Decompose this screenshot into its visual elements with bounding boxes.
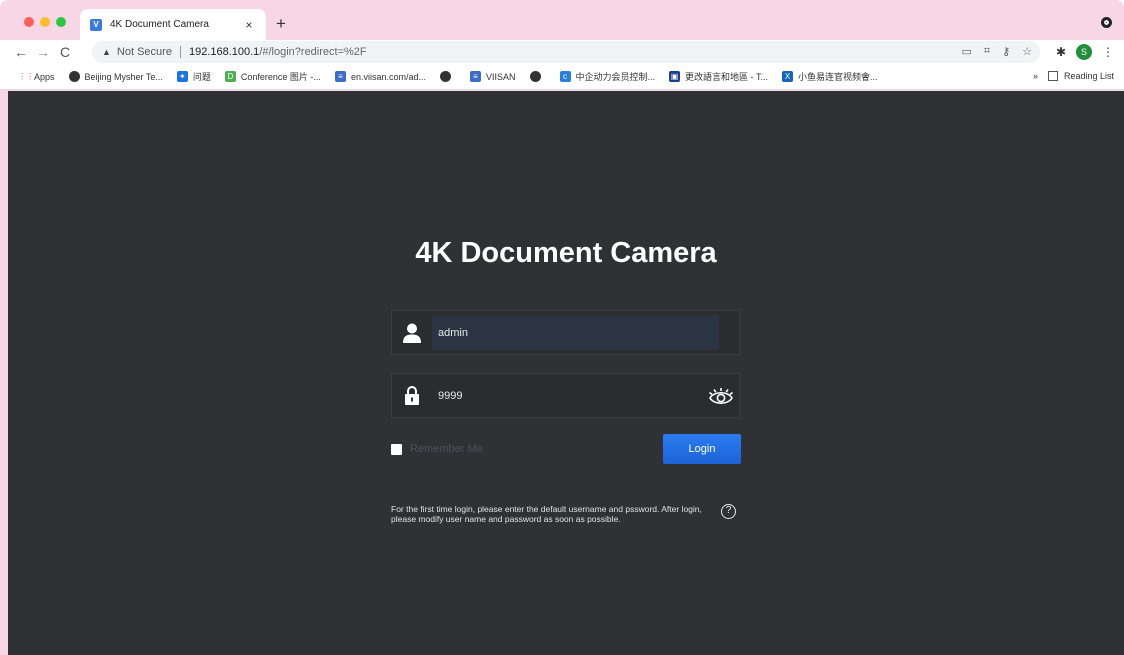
close-window-button[interactable] [24, 17, 34, 27]
browser-tab[interactable]: V 4K Document Camera × [80, 9, 266, 40]
bookmark-label: Apps [34, 71, 55, 82]
bookmark-label: 问题 [192, 72, 211, 82]
cf-icon: c [559, 71, 571, 82]
qr-code-icon[interactable]: ⌗ [984, 45, 990, 58]
security-status[interactable]: Not Secure [117, 46, 172, 58]
bookmark-item[interactable]: ▣ 更改語言和地區 - T... [669, 70, 768, 83]
password-input[interactable] [432, 374, 703, 417]
lock-icon [392, 374, 432, 417]
viisan-icon: ≡ [334, 71, 346, 82]
url-divider [179, 46, 181, 58]
tab-title: 4K Document Camera [110, 19, 209, 30]
reading-list-icon[interactable] [1047, 71, 1058, 81]
remember-me-label[interactable]: Remember Me [410, 443, 483, 455]
browser-toolbar: ← → C ▲ Not Secure 192.168.100.1 /#/logi… [0, 40, 1124, 64]
new-tab-button[interactable]: + [276, 14, 286, 34]
login-page: 4K Document Camera admin 9999 Remember M… [8, 91, 1124, 655]
tab-strip: V 4K Document Camera × + [0, 0, 1124, 40]
profile-avatar[interactable]: S [1076, 44, 1092, 60]
media-control-icon[interactable] [1101, 17, 1112, 28]
cast-icon[interactable]: ▭ [961, 45, 971, 58]
url-host: 192.168.100.1 [188, 46, 260, 58]
bookmark-item[interactable] [439, 71, 456, 82]
extension-area: ✱ S ⋮ [1056, 44, 1114, 60]
reading-list-button[interactable]: Reading List [1064, 71, 1114, 81]
back-arrow-icon[interactable]: ← [10, 44, 32, 60]
bookmark-label: Conference 图片 -... [240, 72, 321, 82]
show-password-eye-icon[interactable] [703, 374, 739, 417]
bookmark-item[interactable]: ⋮⋮ Apps [18, 71, 55, 82]
extensions-puzzle-icon[interactable]: ✱ [1056, 45, 1066, 59]
bookmark-item[interactable]: X 小鱼易连官视频會... [782, 70, 878, 83]
bookmark-item[interactable] [529, 71, 546, 82]
globe-icon [439, 71, 451, 82]
username-input[interactable] [432, 315, 719, 350]
user-icon [392, 311, 432, 354]
menu-kebab-icon[interactable]: ⋮ [1102, 45, 1114, 59]
bookmarks-bar: ⋮⋮ Apps Beijing Mysher Te... ✦ 问题 D Conference… [0, 64, 1124, 90]
forward-arrow-icon[interactable]: → [32, 44, 54, 60]
help-question-icon[interactable]: ? [721, 504, 736, 519]
bookmark-star-icon[interactable]: ☆ [1022, 45, 1032, 58]
bookmark-item[interactable]: ≡ VIISAN [469, 71, 516, 82]
username-field [391, 310, 740, 355]
globe-icon [68, 71, 80, 82]
bookmark-item[interactable]: D Conference 图片 -... [224, 70, 321, 83]
bookmark-item[interactable]: c 中企动力会员控制... [559, 70, 656, 83]
bookmark-label: 中企动力会员控制... [575, 72, 656, 82]
bookmark-item[interactable]: ✦ 问题 [176, 70, 211, 83]
translate-icon: ▣ [669, 71, 681, 82]
address-bar[interactable]: ▲ Not Secure 192.168.100.1 /#/login?redi… [92, 41, 1040, 63]
warning-triangle-icon[interactable]: ▲ [102, 47, 111, 57]
site-favicon-icon: V [90, 18, 102, 31]
bookmark-label: 更改語言和地區 - T... [685, 72, 769, 82]
url-path: /#/login?redirect=%2F [259, 46, 367, 58]
first-login-hint: For the first time login, please enter t… [391, 504, 702, 524]
password-field [391, 373, 740, 418]
remember-me: Remember Me [391, 443, 483, 455]
apps-grid-icon: ⋮⋮ [18, 72, 34, 81]
bookmarks-right: » Reading List [1033, 71, 1114, 81]
dx-icon: D [224, 71, 236, 82]
xo-icon: X [782, 71, 794, 82]
bookmarks-overflow-button[interactable]: » [1033, 71, 1038, 81]
bookmark-label: Beijing Mysher Te... [84, 71, 163, 82]
maximize-window-button[interactable] [56, 17, 66, 27]
viisan-icon: ≡ [469, 71, 481, 82]
tab-close-icon[interactable]: × [242, 18, 256, 32]
bookmark-label: VIISAN [485, 71, 516, 82]
page-title: 4K Document Camera [415, 237, 717, 269]
bookmark-label: 小鱼易连官视频會... [798, 72, 878, 82]
bookmark-item[interactable]: Beijing Mysher Te... [68, 71, 163, 82]
ribbon-icon: ✦ [176, 71, 188, 82]
key-icon[interactable]: ⚷ [1002, 45, 1010, 58]
bookmark-item[interactable]: ≡ en.viisan.com/ad... [334, 71, 426, 82]
omnibox-actions: ▭ ⌗ ⚷ ☆ [961, 45, 1032, 58]
browser-window: V 4K Document Camera × + ← → C ▲ Not Sec… [0, 0, 1124, 655]
login-button[interactable]: Login [663, 434, 741, 464]
reload-icon[interactable]: C [54, 44, 76, 60]
remember-me-checkbox[interactable] [391, 443, 402, 455]
bookmark-label: en.viisan.com/ad... [350, 71, 426, 82]
minimize-window-button[interactable] [40, 17, 50, 27]
globe-icon [529, 71, 541, 82]
